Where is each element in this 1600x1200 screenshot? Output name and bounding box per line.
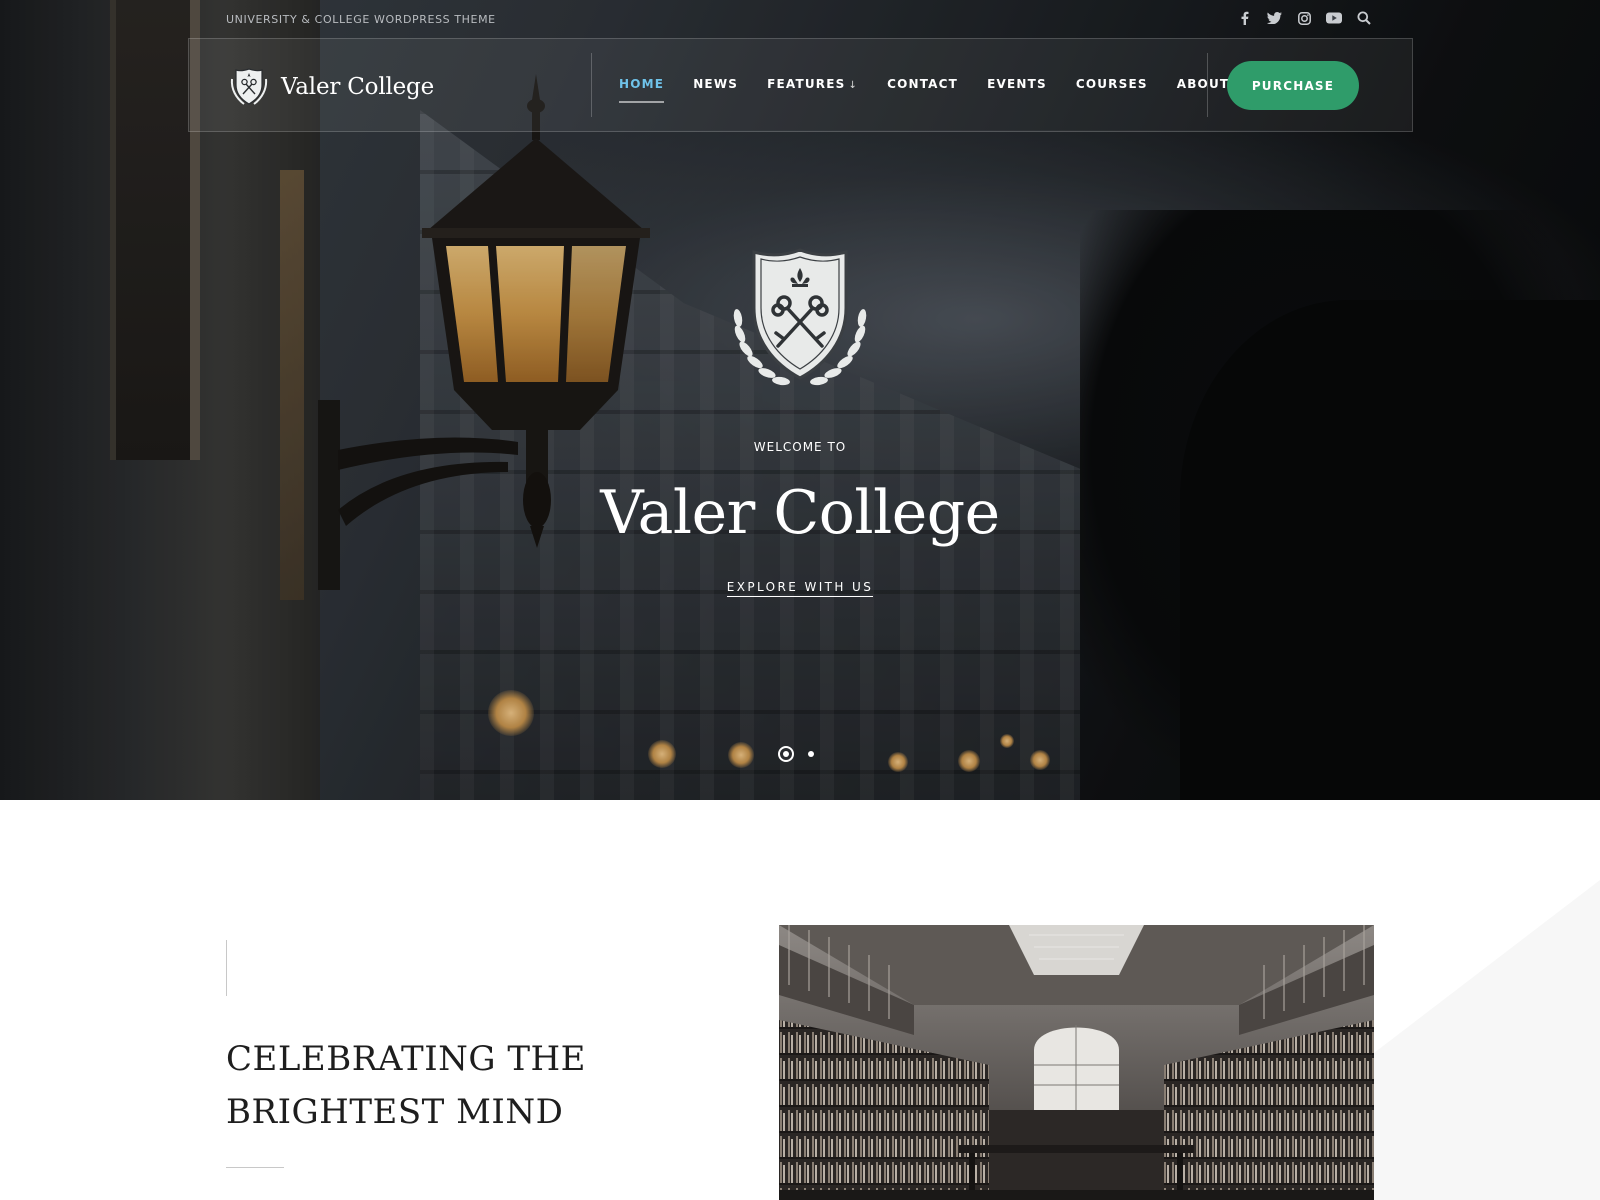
nav-item-home[interactable]: HOME	[619, 77, 665, 103]
main-nav: HOME NEWS FEATURES ↓ CONTACT EVENTS COURS…	[619, 77, 1258, 103]
decorative-background-shape	[1370, 880, 1600, 1200]
nav-item-courses[interactable]: COURSES	[1076, 77, 1148, 91]
nav-item-features-label: FEATURES	[767, 77, 846, 91]
topbar-tagline: UNIVERSITY & COLLEGE WORDPRESS THEME	[226, 13, 496, 26]
hero-title: Valer College	[600, 478, 1000, 548]
youtube-icon[interactable]	[1326, 10, 1342, 26]
nav-item-news[interactable]: NEWS	[693, 77, 738, 91]
slider-dot-active[interactable]	[778, 746, 794, 762]
main-header: Valer College HOME NEWS FEATURES ↓ CONTAC…	[188, 38, 1413, 132]
nav-item-features[interactable]: FEATURES ↓	[767, 77, 858, 91]
section-heading-line1: CELEBRATING THE	[226, 1039, 586, 1079]
section-heading-line2: BRIGHTEST MIND	[226, 1092, 564, 1132]
nav-divider-left	[591, 53, 592, 117]
slider-pagination	[778, 746, 814, 762]
purchase-button[interactable]: PURCHASE	[1227, 61, 1359, 110]
brand-name: Valer College	[281, 74, 434, 100]
hero-welcome-text: WELCOME TO	[753, 440, 847, 454]
library-photo	[779, 925, 1374, 1200]
facebook-icon[interactable]	[1236, 10, 1252, 26]
nav-divider-right	[1207, 53, 1208, 117]
nav-item-contact[interactable]: CONTACT	[887, 77, 958, 91]
section-heading: CELEBRATING THE BRIGHTEST MIND	[226, 1033, 646, 1139]
search-icon[interactable]	[1356, 10, 1372, 26]
college-crest-icon	[733, 248, 867, 386]
explore-link[interactable]: EXPLORE WITH US	[726, 580, 874, 597]
dropdown-arrow-icon: ↓	[848, 80, 859, 91]
horizontal-divider	[226, 1167, 284, 1168]
brand-logo[interactable]: Valer College	[227, 65, 434, 109]
slider-dot[interactable]	[808, 751, 814, 757]
vertical-divider	[226, 940, 227, 996]
hero-cta-wrap: EXPLORE WITH US	[0, 578, 1600, 597]
nav-item-about[interactable]: ABOUT	[1177, 77, 1230, 91]
twitter-icon[interactable]	[1266, 10, 1282, 26]
nav-item-events[interactable]: EVENTS	[987, 77, 1047, 91]
social-icons	[1236, 10, 1372, 26]
crest-logo-icon	[230, 68, 268, 105]
instagram-icon[interactable]	[1296, 10, 1312, 26]
